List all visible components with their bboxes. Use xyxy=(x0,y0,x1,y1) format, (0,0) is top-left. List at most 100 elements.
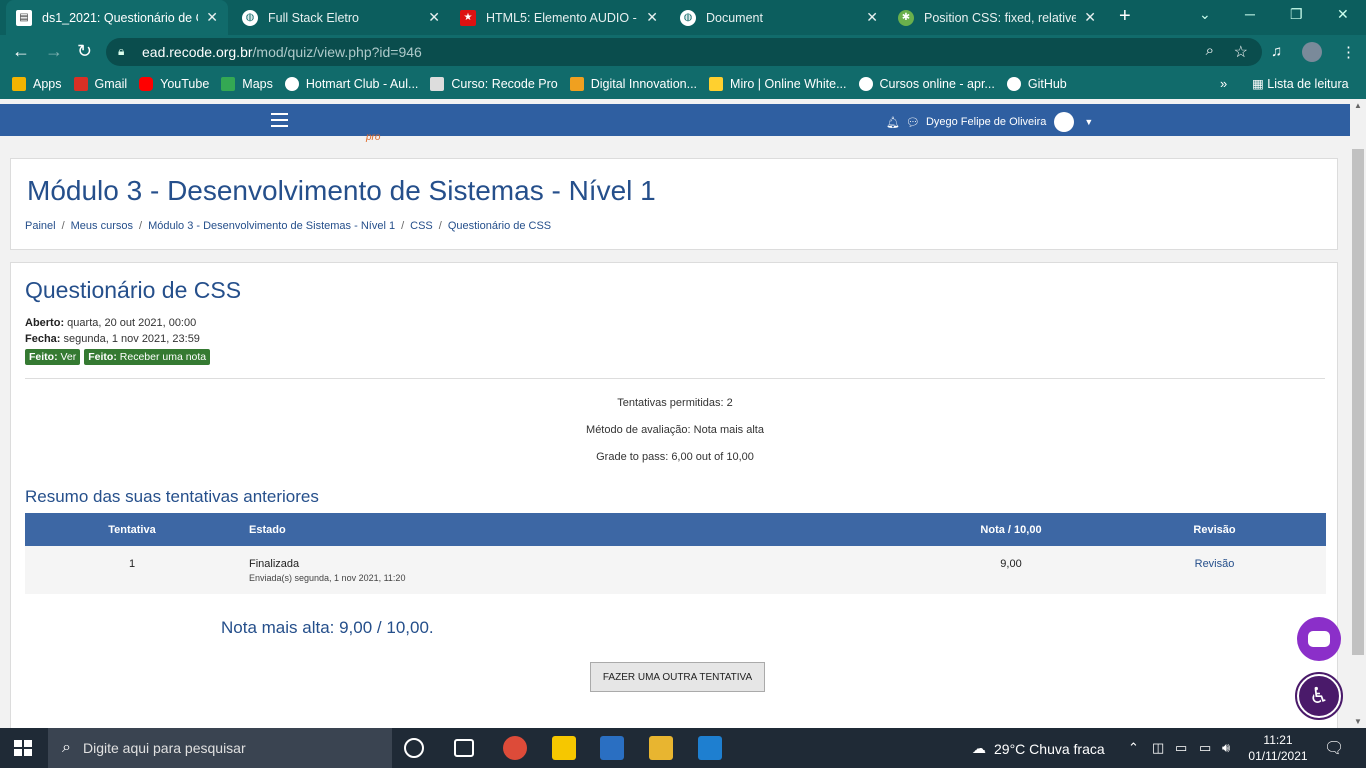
course-title: Módulo 3 - Desenvolvimento de Sistemas -… xyxy=(27,175,656,206)
breadcrumb-css[interactable]: CSS xyxy=(410,220,433,232)
url-text[interactable]: ead.recode.org.br/mod/quiz/view.php?id=9… xyxy=(142,44,422,60)
close-tab-icon[interactable]: ✕ xyxy=(646,9,658,26)
zoom-icon[interactable]: ⌕ xyxy=(1206,42,1214,59)
reload-icon[interactable]: ↻ xyxy=(77,41,92,62)
moodle-favicon-icon: ▤ xyxy=(16,9,32,26)
attempt-number: 1 xyxy=(25,546,239,594)
breadcrumb-meus-cursos[interactable]: Meus cursos xyxy=(71,220,133,232)
tab-search-icon[interactable]: ⌄ xyxy=(1199,6,1211,23)
bell-icon[interactable]: 🔔︎ xyxy=(886,116,900,129)
table-header-row: Tentativa Estado Nota / 10,00 Revisão xyxy=(25,513,1326,546)
battery-icon[interactable]: ▭ xyxy=(1199,740,1211,756)
tab-position-css[interactable]: ✱ Position CSS: fixed, relative e absolu… xyxy=(888,0,1106,35)
breadcrumb-modulo[interactable]: Módulo 3 - Desenvolvimento de Sistemas -… xyxy=(148,220,395,232)
bookmark-hotmart[interactable]: Hotmart Club - Aul... xyxy=(284,77,418,91)
close-tab-icon[interactable]: ✕ xyxy=(866,9,878,26)
notification-icon[interactable]: 🗨︎ xyxy=(1324,738,1344,758)
chrome-icon[interactable] xyxy=(503,736,527,760)
restore-icon[interactable]: ❐ xyxy=(1290,6,1303,23)
close-tab-icon[interactable]: ✕ xyxy=(428,9,440,26)
close-tab-icon[interactable]: ✕ xyxy=(1084,9,1096,26)
attempt-state: Finalizada Enviada(s) segunda, 1 nov 202… xyxy=(239,546,919,594)
menu-hamburger-icon[interactable] xyxy=(271,113,288,127)
file-explorer-icon[interactable] xyxy=(649,736,673,760)
user-avatar[interactable] xyxy=(1054,112,1075,132)
bookmark-dio[interactable]: Digital Innovation... xyxy=(569,77,697,91)
vscode-icon[interactable] xyxy=(698,736,722,760)
back-icon[interactable]: ← xyxy=(12,41,30,62)
chat-icon[interactable]: 💬︎ xyxy=(906,116,920,129)
profile-avatar[interactable] xyxy=(1302,42,1322,62)
retry-attempt-button[interactable]: FAZER UMA OUTRA TENTATIVA xyxy=(590,662,765,692)
completion-badges: Feito: Ver Feito: Receber uma nota xyxy=(25,349,214,365)
page-viewport: 🔔︎ 💬︎ Dyego Felipe de Oliveira ▼ pro Mód… xyxy=(0,99,1350,728)
menu-dots-icon[interactable]: ⋮ xyxy=(1341,43,1356,61)
tray-app-icon[interactable]: ◫ xyxy=(1152,740,1164,756)
scroll-up-icon[interactable]: ▲ xyxy=(1354,101,1362,110)
search-placeholder: Digite aqui para pesquisar xyxy=(82,740,246,756)
scrollbar-thumb[interactable] xyxy=(1352,149,1364,655)
attempts-allowed: Tentativas permitidas: 2 xyxy=(617,397,733,409)
user-name[interactable]: Dyego Felipe de Oliveira xyxy=(926,116,1046,128)
col-review: Revisão xyxy=(1103,513,1326,546)
chevron-up-icon[interactable]: ⌃ xyxy=(1128,740,1139,756)
close-tab-icon[interactable]: ✕ xyxy=(206,9,218,26)
weather-widget[interactable]: ☁︎ 29°C Chuva fraca xyxy=(972,740,1105,757)
caret-down-icon[interactable]: ▼ xyxy=(1084,117,1093,127)
divider xyxy=(25,378,1325,379)
windows-start-icon[interactable] xyxy=(14,740,32,756)
volume-icon[interactable]: 🔊︎ xyxy=(1222,740,1230,756)
cortana-icon[interactable] xyxy=(404,738,424,758)
breadcrumb-questionario[interactable]: Questionário de CSS xyxy=(448,220,551,232)
forward-icon[interactable]: → xyxy=(45,41,63,62)
bookmark-youtube[interactable]: YouTube xyxy=(139,77,209,91)
cloud-icon: ☁︎ xyxy=(972,740,986,756)
new-tab-button[interactable]: + xyxy=(1119,5,1131,28)
chat-widget-button[interactable] xyxy=(1297,617,1341,661)
network-icon[interactable]: ▭ xyxy=(1175,740,1187,756)
completion-badge-view: Feito: Ver xyxy=(25,349,81,365)
address-bar[interactable]: 🔒︎ ead.recode.org.br/mod/quiz/view.php?i… xyxy=(106,38,1262,66)
windows-taskbar: ⌕ Digite aqui para pesquisar ☁︎ 29°C Chuv… xyxy=(0,728,1366,768)
scroll-down-icon[interactable]: ▼ xyxy=(1354,717,1362,726)
bookmark-apps[interactable]: Apps xyxy=(12,77,62,91)
position-css-favicon-icon: ✱ xyxy=(898,9,914,26)
maps-icon xyxy=(221,77,236,91)
task-view-icon[interactable] xyxy=(454,739,474,757)
recode-icon xyxy=(430,77,445,91)
user-menu[interactable]: 🔔︎ 💬︎ Dyego Felipe de Oliveira ▼ xyxy=(886,112,1093,132)
bookmark-cursos[interactable]: Cursos online - apr... xyxy=(858,77,995,91)
accessibility-button[interactable]: ♿︎ xyxy=(1295,672,1343,720)
tab-full-stack[interactable]: ◍ Full Stack Eletro ✕ xyxy=(232,0,450,35)
quiz-card: Questionário de CSS Aberto: quarta, 20 o… xyxy=(10,262,1338,728)
close-window-icon[interactable]: ✕ xyxy=(1337,6,1349,23)
bookmark-gmail[interactable]: Gmail xyxy=(73,77,127,91)
globe-icon xyxy=(284,77,299,91)
logo-fragment: pro xyxy=(366,132,381,143)
bookmark-maps[interactable]: Maps xyxy=(221,77,273,91)
search-icon: ⌕ xyxy=(62,739,71,756)
tab-title: HTML5: Elemento AUDIO - Tableless xyxy=(486,10,638,25)
tab-document[interactable]: ◍ Document ✕ xyxy=(670,0,888,35)
media-control-icon[interactable]: ♫ xyxy=(1271,43,1282,60)
breadcrumb-painel[interactable]: Painel xyxy=(25,220,56,232)
sticky-notes-icon[interactable] xyxy=(552,736,576,760)
bookmark-recode[interactable]: Curso: Recode Pro xyxy=(430,77,558,91)
clock[interactable]: 11:21 01/11/2021 xyxy=(1248,732,1308,764)
tab-questionario[interactable]: ▤ ds1_2021: Questionário de CSS ✕ xyxy=(6,0,228,35)
minimize-icon[interactable]: ─ xyxy=(1245,6,1255,22)
more-bookmarks-button[interactable]: » xyxy=(1220,76,1227,91)
taskbar-search[interactable]: ⌕ Digite aqui para pesquisar xyxy=(48,728,392,768)
review-link[interactable]: Revisão xyxy=(1195,558,1235,570)
bookmark-miro[interactable]: Miro | Online White... xyxy=(709,77,847,91)
digital-innovation-icon xyxy=(569,77,584,91)
opened-date: Aberto: quarta, 20 out 2021, 00:00 xyxy=(25,317,197,329)
bookmark-star-icon[interactable]: ☆ xyxy=(1234,42,1248,62)
tab-html5-audio[interactable]: ★ HTML5: Elemento AUDIO - Tableless ✕ xyxy=(450,0,668,35)
reading-list-button[interactable]: ▦ Lista de leitura xyxy=(1252,76,1349,91)
table-row: 1 Finalizada Enviada(s) segunda, 1 nov 2… xyxy=(25,546,1326,594)
snipping-tool-icon[interactable] xyxy=(600,736,624,760)
globe-icon: ◍ xyxy=(680,9,696,26)
bookmark-github[interactable]: GitHub xyxy=(1006,77,1067,91)
vertical-scrollbar[interactable]: ▲ ▼ xyxy=(1350,99,1366,728)
